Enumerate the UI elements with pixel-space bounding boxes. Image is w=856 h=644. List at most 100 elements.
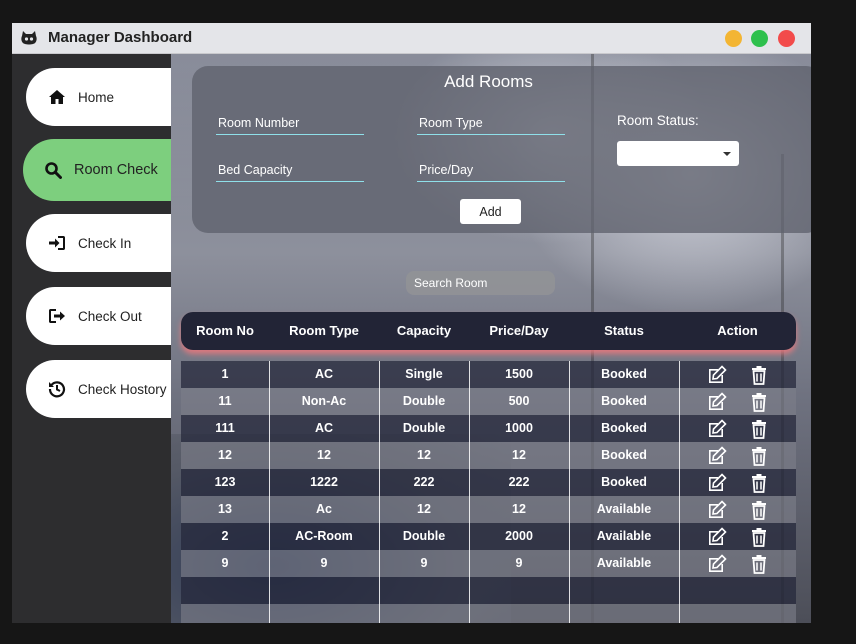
edit-icon[interactable]: [707, 445, 727, 466]
table-header: Room No Room Type Capacity Price/Day Status A…: [181, 312, 796, 350]
table-row[interactable]: 123 1222 222 222 Booked: [181, 469, 796, 496]
sidebar-item-label: Check In: [78, 235, 132, 251]
table-cell: Non-Ac: [301, 394, 347, 408]
manager-dashboard-window: Manager Dashboard Home Room Check Check …: [12, 23, 811, 623]
sidebar-item-check-out[interactable]: Check Out: [26, 287, 171, 345]
sidebar-item-label: Home: [78, 89, 115, 105]
minimize-button[interactable]: [725, 30, 742, 47]
edit-icon[interactable]: [707, 553, 727, 574]
sidebar-item-check-in[interactable]: Check In: [26, 214, 171, 272]
table-cell: Available: [596, 502, 652, 516]
room-type-input[interactable]: [417, 113, 569, 133]
edit-icon[interactable]: [707, 526, 727, 547]
trash-icon[interactable]: [749, 392, 769, 412]
room-number-input[interactable]: [216, 113, 368, 133]
empty-table-row: [181, 604, 796, 623]
action-cell: [679, 388, 796, 415]
table-cell: 123: [214, 475, 236, 489]
main-content: Add Rooms Room Status: Add Room NoRo: [171, 54, 811, 623]
sidebar-item-home[interactable]: Home: [26, 68, 171, 126]
room-status-label: Room Status:: [617, 113, 699, 128]
price-per-day-field[interactable]: [417, 160, 569, 182]
empty-table-row: [181, 577, 796, 604]
room-status-dropdown[interactable]: [617, 141, 739, 166]
table-cell: 1222: [310, 475, 338, 489]
table-row[interactable]: 11 Non-Ac Double 500 Booked: [181, 388, 796, 415]
trash-icon[interactable]: [749, 365, 769, 385]
trash-icon[interactable]: [749, 473, 769, 493]
edit-icon[interactable]: [707, 391, 727, 412]
table-cell: AC: [314, 367, 334, 381]
trash-icon[interactable]: [749, 446, 769, 466]
add-button[interactable]: Add: [460, 199, 521, 224]
chevron-down-icon: [723, 152, 731, 156]
trash-icon[interactable]: [749, 554, 769, 574]
table-row[interactable]: 1 AC Single 1500 Booked: [181, 361, 796, 388]
sidebar-item-check-history[interactable]: Check Hostory: [26, 360, 171, 418]
close-button[interactable]: [778, 30, 795, 47]
action-cell: [679, 523, 796, 550]
sign-out-icon: [49, 309, 65, 323]
table-row[interactable]: 12 12 12 12 Booked: [181, 442, 796, 469]
table-cell: Ac: [316, 502, 332, 516]
history-icon: [48, 381, 66, 398]
trash-icon[interactable]: [749, 419, 769, 439]
room-type-field[interactable]: [417, 113, 569, 135]
rooms-table: 1 AC Single 1500 Booked 11 Non-Ac Double 500 Book…: [181, 361, 796, 623]
column-header: Room No: [196, 323, 254, 338]
room-number-field[interactable]: [216, 113, 368, 135]
bed-capacity-field[interactable]: [216, 160, 368, 182]
table-cell: 12: [317, 448, 331, 462]
search-icon: [45, 162, 62, 179]
action-cell: [679, 496, 796, 523]
maximize-button[interactable]: [751, 30, 768, 47]
table-cell: 12: [512, 448, 526, 462]
bed-capacity-input[interactable]: [216, 160, 368, 180]
table-row[interactable]: 9 9 9 9 Available: [181, 550, 796, 577]
column-header: Action: [717, 323, 758, 338]
column-divider: [569, 361, 570, 623]
table-row[interactable]: 2 AC-Room Double 2000 Available: [181, 523, 796, 550]
edit-icon[interactable]: [707, 499, 727, 520]
price-per-day-input[interactable]: [417, 160, 569, 180]
window-title: Manager Dashboard: [48, 29, 193, 46]
table-row[interactable]: 111 AC Double 1000 Booked: [181, 415, 796, 442]
column-divider: [469, 361, 470, 623]
action-cell: [679, 415, 796, 442]
title-bar: Manager Dashboard: [12, 23, 811, 54]
table-cell: 111: [215, 421, 235, 435]
table-cell: 2: [221, 529, 229, 543]
table-cell: AC-Room: [295, 529, 353, 543]
table-cell: Booked: [601, 475, 647, 489]
table-cell: Single: [405, 367, 443, 381]
column-header: Status: [604, 323, 644, 338]
table-cell: Available: [596, 529, 652, 543]
sidebar-item-label: Room Check: [74, 162, 158, 178]
edit-icon[interactable]: [707, 364, 727, 385]
table-cell: Booked: [601, 448, 647, 462]
trash-icon[interactable]: [749, 527, 769, 547]
table-cell: 222: [413, 475, 435, 489]
column-divider: [679, 361, 680, 623]
search-room-field[interactable]: [406, 271, 555, 295]
action-cell: [679, 469, 796, 496]
action-cell: [679, 550, 796, 577]
add-rooms-panel: Add Rooms Room Status: Add: [192, 66, 811, 233]
table-cell: 12: [417, 448, 431, 462]
table-cell: Booked: [601, 421, 647, 435]
table-cell: 500: [508, 394, 530, 408]
table-cell: Available: [596, 556, 652, 570]
table-cell: 9: [515, 556, 523, 570]
trash-icon[interactable]: [749, 500, 769, 520]
table-row[interactable]: 13 Ac 12 12 Available: [181, 496, 796, 523]
action-cell: [679, 361, 796, 388]
sidebar: Home Room Check Check In Check Out Check…: [12, 54, 171, 623]
sidebar-item-label: Check Hostory: [78, 381, 167, 397]
edit-icon[interactable]: [707, 472, 727, 493]
sidebar-item-room-check[interactable]: Room Check: [23, 139, 171, 201]
edit-icon[interactable]: [707, 418, 727, 439]
search-room-input[interactable]: [406, 271, 555, 295]
form-title: Add Rooms: [444, 72, 533, 91]
sign-in-icon: [49, 236, 65, 250]
table-cell: 1000: [505, 421, 533, 435]
